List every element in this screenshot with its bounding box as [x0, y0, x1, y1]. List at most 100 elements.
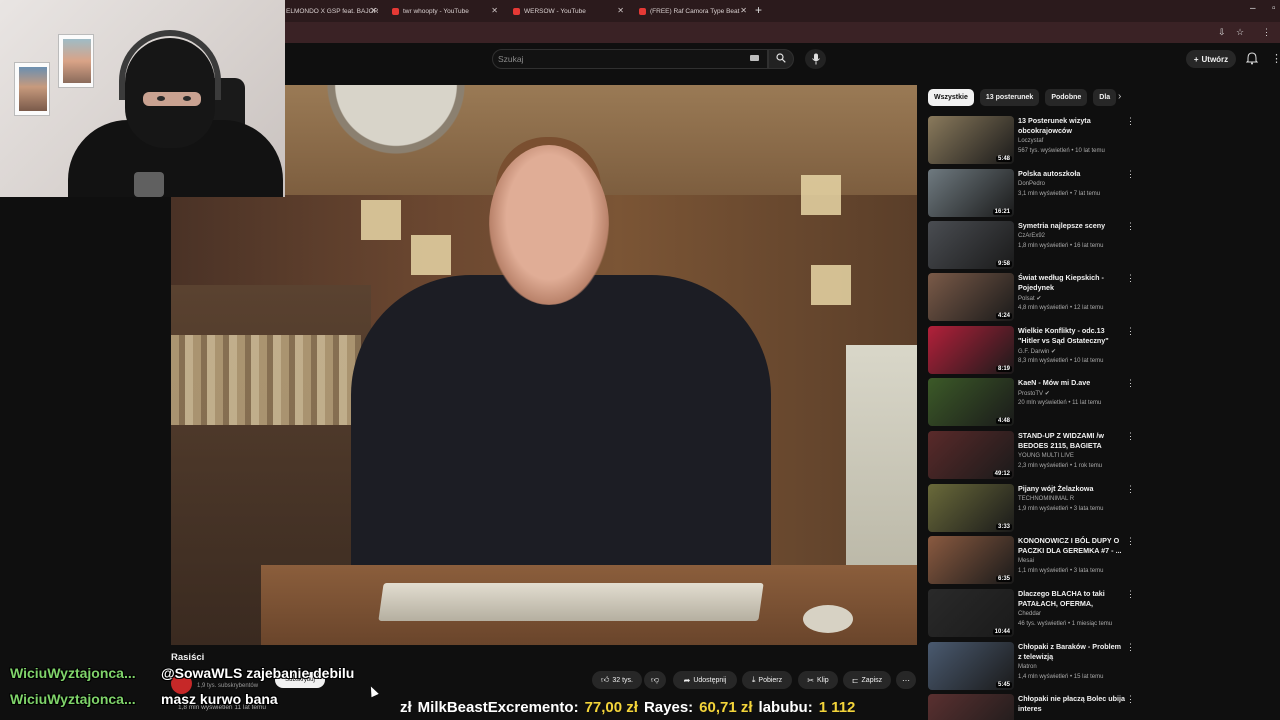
more-vertical-icon[interactable]: ⋮	[1126, 169, 1135, 180]
more-vertical-icon[interactable]: ⋮	[1126, 221, 1135, 232]
more-actions-button[interactable]: ⋯	[896, 671, 916, 689]
video-thumbnail[interactable]: 5:48	[928, 116, 1014, 164]
recommendation-item[interactable]: 5:45 Chłopaki z Baraków - Problem z tele…	[928, 642, 1278, 692]
video-title[interactable]: Polska autoszkoła	[1018, 169, 1126, 179]
video-thumbnail[interactable]: 49:12	[928, 431, 1014, 479]
channel-name[interactable]: ProstoTV ✔	[1018, 390, 1050, 397]
more-vertical-icon[interactable]: ⋮	[1126, 273, 1135, 284]
video-title[interactable]: Symetria najlepsze sceny	[1018, 221, 1126, 231]
more-vertical-icon[interactable]: ⋮	[1126, 378, 1135, 389]
video-frame-keyboard	[378, 583, 764, 621]
recommendation-item[interactable]: Chłopaki nie płaczą Bolec ubija interes …	[928, 694, 1278, 720]
thumbs-up-icon: 👍︎	[601, 675, 610, 684]
video-meta: 1,9 mln wyświetleń • 3 lata temu	[1018, 506, 1104, 512]
chevron-right-icon[interactable]: ›	[1118, 91, 1121, 102]
close-icon[interactable]: ✕	[370, 6, 377, 15]
notifications-bell-icon[interactable]	[1246, 52, 1258, 65]
browser-tab[interactable]: WERSOW - YouTube ✕	[507, 2, 630, 20]
close-icon[interactable]: ✕	[740, 6, 747, 15]
chip-all[interactable]: Wszystkie	[928, 89, 974, 106]
thumbs-down-icon: 👎︎	[650, 675, 660, 684]
more-vertical-icon[interactable]: ⋮	[1126, 694, 1135, 705]
save-button[interactable]: ⊏ Zapisz	[843, 671, 891, 689]
video-thumbnail[interactable]: 6:35	[928, 536, 1014, 584]
channel-name[interactable]: Mesai	[1018, 558, 1034, 564]
keyboard-icon[interactable]	[750, 55, 759, 61]
save-label: Zapisz	[861, 676, 883, 684]
video-thumbnail[interactable]: 3:33	[928, 484, 1014, 532]
channel-name[interactable]: Rasiści	[171, 652, 204, 663]
more-vertical-icon[interactable]: ⋮	[1126, 116, 1135, 127]
video-thumbnail[interactable]: 10:44	[928, 589, 1014, 637]
install-app-icon[interactable]: ⇩	[1218, 27, 1226, 38]
more-vertical-icon[interactable]: ⋮	[1126, 589, 1135, 600]
dislike-button[interactable]: 👎︎	[644, 671, 666, 689]
recommendation-item[interactable]: 9:58 Symetria najlepsze sceny CzArEx92 1…	[928, 221, 1278, 271]
recommendation-item[interactable]: 8:19 Wielkie Konflikty - odc.13 "Hitler …	[928, 326, 1278, 376]
more-options-icon[interactable]: ⋮	[1271, 52, 1280, 65]
video-title[interactable]: KONONOWICZ I BÓL DUPY O PACZKI DLA GEREM…	[1018, 536, 1126, 556]
channel-name[interactable]: Cheddar	[1018, 611, 1041, 617]
bookmark-star-icon[interactable]: ☆	[1236, 27, 1244, 38]
video-title[interactable]: STAND-UP Z WIDZAMI /w BEDOES 2115, BAGIE…	[1018, 431, 1126, 451]
video-thumbnail[interactable]: 4:48	[928, 378, 1014, 426]
video-title[interactable]: Wielkie Konflikty - odc.13 "Hitler vs Są…	[1018, 326, 1126, 346]
video-title[interactable]: Pijany wójt Żelazkowa	[1018, 484, 1126, 494]
create-button[interactable]: + Utwórz	[1186, 50, 1236, 68]
more-vertical-icon[interactable]: ⋮	[1126, 326, 1135, 337]
more-vertical-icon[interactable]: ⋮	[1126, 484, 1135, 495]
tab-title: ELMONDO X GSP feat. BAJOR	[286, 7, 379, 15]
channel-name[interactable]: DonPedro	[1018, 181, 1045, 187]
video-thumbnail[interactable]: 9:58	[928, 221, 1014, 269]
channel-name[interactable]: Loczystaf	[1018, 138, 1043, 144]
video-thumbnail[interactable]: 5:45	[928, 642, 1014, 690]
extensions-icon[interactable]: ⋮	[1262, 27, 1271, 38]
more-vertical-icon[interactable]: ⋮	[1126, 536, 1135, 547]
recommendation-item[interactable]: 6:35 KONONOWICZ I BÓL DUPY O PACZKI DLA …	[928, 536, 1278, 586]
channel-name[interactable]: TECHNOMINIMAL R	[1018, 496, 1074, 502]
browser-tab[interactable]: twr whoopty - YouTube ✕	[386, 2, 504, 20]
video-thumbnail[interactable]: 16:21	[928, 169, 1014, 217]
video-thumbnail[interactable]: 4:24	[928, 273, 1014, 321]
more-vertical-icon[interactable]: ⋮	[1126, 642, 1135, 653]
video-title[interactable]: Chłopaki z Baraków - Problem z telewizją	[1018, 642, 1126, 662]
share-button[interactable]: ➦ Udostępnij	[673, 671, 737, 689]
restore-icon[interactable]: ▫	[1272, 3, 1276, 14]
recommendation-item[interactable]: 3:33 Pijany wójt Żelazkowa TECHNOMINIMAL…	[928, 484, 1278, 534]
clip-button[interactable]: ✂ Klip	[798, 671, 838, 689]
video-title[interactable]: Chłopaki nie płaczą Bolec ubija interes	[1018, 694, 1126, 714]
channel-name[interactable]: CzArEx92	[1018, 233, 1045, 239]
video-thumbnail[interactable]: 8:19	[928, 326, 1014, 374]
channel-name[interactable]: Matron	[1018, 664, 1037, 670]
video-title[interactable]: Dlaczego BLACHA to taki PATAŁACH, OFERMA…	[1018, 589, 1126, 609]
like-button[interactable]: 👍︎ 32 tys.	[592, 671, 642, 689]
video-title[interactable]: KaeN - Mów mi D.ave	[1018, 378, 1126, 388]
recommendation-item[interactable]: 4:24 Świat według Kiepskich - Pojedynek …	[928, 273, 1278, 323]
close-icon[interactable]: ✕	[617, 6, 624, 15]
recommendation-item[interactable]: 16:21 Polska autoszkoła DonPedro 3,1 mln…	[928, 169, 1278, 219]
new-tab-icon[interactable]: +	[755, 3, 762, 17]
search-input[interactable]	[492, 49, 768, 69]
browser-tab[interactable]: ELMONDO X GSP feat. BAJOR ✕	[280, 2, 383, 20]
recommendation-item[interactable]: 4:48 KaeN - Mów mi D.ave ProstoTV ✔ 20 m…	[928, 378, 1278, 428]
close-icon[interactable]: ✕	[491, 6, 498, 15]
chip-similar[interactable]: Podobne	[1045, 89, 1088, 106]
channel-name[interactable]: YOUNG MULTI LIVE	[1018, 453, 1074, 459]
channel-name[interactable]: Polsat ✔	[1018, 295, 1041, 302]
search-icon[interactable]	[776, 53, 786, 63]
chip-13-posterunek[interactable]: 13 posterunek	[979, 89, 1040, 106]
video-duration: 3:33	[995, 524, 1012, 530]
video-thumbnail[interactable]	[928, 694, 1014, 720]
video-title[interactable]: 13 Posterunek wizyta obcokrajowców	[1018, 116, 1126, 136]
recommendation-item[interactable]: 10:44 Dlaczego BLACHA to taki PATAŁACH, …	[928, 589, 1278, 639]
recommendation-item[interactable]: 5:48 13 Posterunek wizyta obcokrajowców …	[928, 116, 1278, 166]
minimize-icon[interactable]: –	[1250, 3, 1256, 14]
download-button[interactable]: ⤓ Pobierz	[742, 671, 792, 689]
chip-for-you[interactable]: Dla	[1093, 89, 1117, 106]
more-vertical-icon[interactable]: ⋮	[1126, 431, 1135, 442]
video-title[interactable]: Świat według Kiepskich - Pojedynek	[1018, 273, 1126, 293]
channel-name[interactable]: G.F. Darwin ✔	[1018, 348, 1056, 355]
microphone-icon[interactable]	[811, 53, 821, 65]
browser-tab[interactable]: (FREE) Raf Camora Type Beat - ✕	[633, 2, 753, 20]
recommendation-item[interactable]: 49:12 STAND-UP Z WIDZAMI /w BEDOES 2115,…	[928, 431, 1278, 481]
